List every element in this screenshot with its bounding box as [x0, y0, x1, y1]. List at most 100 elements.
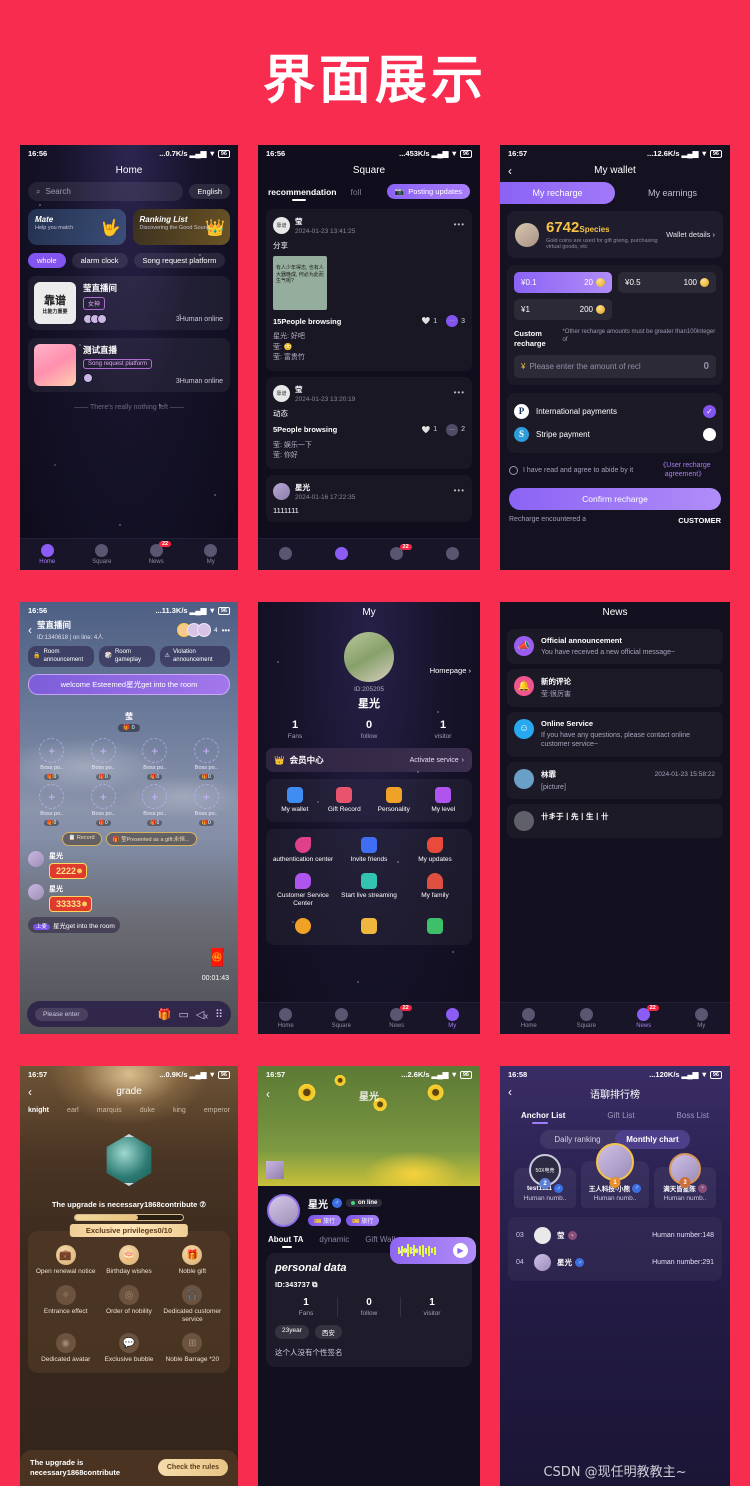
payment-method-row[interactable]: S Stripe payment	[514, 423, 716, 446]
tab-follow[interactable]: foll	[351, 187, 362, 197]
tag-song-request[interactable]: Song request platform	[133, 253, 226, 268]
menu-start-live-streaming[interactable]: Start live streaming	[336, 873, 402, 908]
tab-gift-list[interactable]: Gift List	[607, 1111, 634, 1120]
seat-slot[interactable]: + Boss po.. 🎁0	[78, 738, 130, 780]
recharge-option[interactable]: ¥1 200	[514, 299, 612, 320]
confirm-recharge-button[interactable]: Confirm recharge	[509, 488, 721, 511]
tab-about-ta[interactable]: About TA	[268, 1235, 303, 1248]
payment-radio[interactable]	[703, 427, 716, 441]
room-card[interactable]: 靠谱 比能力重要 莹直播间 女神 3Human online	[28, 276, 230, 330]
homepage-link[interactable]: Homepage ›	[430, 666, 471, 675]
avatar[interactable]: 靠谱	[273, 217, 290, 234]
menu-gift-record[interactable]: Gift Record	[320, 787, 370, 814]
seat-slot[interactable]: + Boss po.. 🎁0	[26, 784, 78, 826]
stat-visitor[interactable]: 1 visitor	[406, 719, 480, 740]
avatar[interactable]	[28, 884, 44, 900]
seat-slot[interactable]: + Boss po.. 🎁0	[26, 738, 78, 780]
post-updates-button[interactable]: 📷 Posting updates	[386, 184, 470, 199]
menu-authentication-center[interactable]: authentication center	[270, 837, 336, 864]
search-input[interactable]: ⌕ Search	[28, 182, 184, 201]
back-icon[interactable]: ‹	[266, 1088, 270, 1100]
message-input[interactable]: Please enter	[35, 1007, 88, 1021]
vip-center-banner[interactable]: 👑 会员中心 Activate service ›	[266, 748, 472, 772]
mute-icon[interactable]: ◁ₓ	[196, 1008, 208, 1021]
tab-home[interactable]: Home	[500, 1008, 558, 1029]
news-row[interactable]: ☺ Online Service If you have any question…	[507, 711, 723, 757]
stat-fans[interactable]: 1 Fans	[258, 719, 332, 740]
seat-slot[interactable]: + Boss po.. 🎁0	[129, 738, 181, 780]
back-icon[interactable]: ‹	[28, 1086, 32, 1098]
thumbnail-preview[interactable]	[266, 1161, 284, 1179]
help-icon[interactable]: ⑦	[199, 1200, 206, 1209]
podium-third[interactable]: 3 满天皆星陈 ♀ Human numb..	[654, 1153, 716, 1208]
tab-square[interactable]	[314, 547, 370, 562]
viewer-avatars[interactable]: 4 •••	[176, 623, 230, 637]
tab-my[interactable]: My	[425, 1008, 481, 1029]
banner-mate[interactable]: Mate Help you match 🤟	[28, 209, 126, 245]
more-options-icon[interactable]: •••	[222, 626, 230, 635]
voice-intro-player[interactable]: Voice ▶	[390, 1237, 476, 1264]
gift-icon[interactable]: 🎁	[158, 1008, 172, 1021]
privilege-item[interactable]: 🎂 Birthday wishes	[97, 1245, 160, 1276]
seat-slot[interactable]: + Boss po.. 🎁0	[129, 784, 181, 826]
tab-news[interactable]: 22	[369, 544, 425, 562]
stat-fans[interactable]: 1 Fans	[275, 1297, 338, 1317]
back-icon[interactable]: ‹	[28, 623, 32, 637]
wallet-details-link[interactable]: Wallet details ›	[666, 230, 715, 239]
menu-invite-friends[interactable]: Invite friends	[336, 837, 402, 864]
post-card[interactable]: 星光 2024-01-16 17:22:35 ••• 1111111	[266, 474, 472, 522]
back-icon[interactable]: ‹	[508, 165, 512, 177]
tab-news[interactable]: 22 News	[129, 541, 184, 565]
chip-violation-announcement[interactable]: ⚠ Violation announcement	[159, 646, 231, 667]
more-options-icon[interactable]: •••	[454, 486, 465, 495]
seat-slot[interactable]: + Boss po.. 🎁0	[181, 738, 233, 780]
post-image[interactable]: 有人少年得志, 也有人大器晚成, 何必为此而生气呢?	[273, 256, 327, 310]
menu-customer-service-center[interactable]: Customer Service Center	[270, 873, 336, 908]
tab-my[interactable]	[425, 547, 481, 562]
agreement-checkbox[interactable]	[509, 465, 518, 475]
menu-personality[interactable]: Personality	[369, 787, 419, 814]
privilege-item[interactable]: ✧ Entrance effect	[34, 1285, 97, 1324]
tab-dynamic[interactable]: dynamic	[319, 1235, 349, 1244]
customer-service-link[interactable]: CUSTOMER	[678, 516, 721, 525]
language-button[interactable]: English	[189, 184, 230, 199]
stat-follow[interactable]: 0 follow	[338, 1297, 401, 1317]
chip-room-announcement[interactable]: 🔒 Room announcement	[28, 646, 95, 667]
avatar[interactable]	[273, 482, 290, 500]
level-tab-knight[interactable]: knight	[28, 1107, 49, 1114]
level-tab-king[interactable]: king	[173, 1107, 186, 1114]
agreement-link[interactable]: 《User recharge agreement》	[649, 461, 721, 481]
privilege-item[interactable]: 🎁 Noble gift	[161, 1245, 224, 1276]
host-seat[interactable]: 莹 🎁 0	[20, 711, 238, 732]
menu-my-level[interactable]: My level	[419, 787, 469, 814]
tab-square[interactable]: Square	[314, 1008, 370, 1029]
tab-my[interactable]: My	[673, 1008, 731, 1029]
recharge-option[interactable]: ¥0.5 100	[618, 272, 716, 293]
menu-extra-2[interactable]	[336, 917, 402, 937]
payment-method-row[interactable]: P International payments ✓	[514, 400, 716, 423]
seat-slot[interactable]: + Boss po.. 🎁0	[78, 784, 130, 826]
room-card[interactable]: 测试直播 Song request platform 3Human online	[28, 338, 230, 392]
tab-square[interactable]: Square	[75, 544, 130, 565]
menu-extra-3[interactable]	[402, 917, 468, 937]
stat-visitor[interactable]: 1 visitor	[401, 1297, 463, 1317]
privilege-item[interactable]: ⊞ Noble Barrage *20	[161, 1333, 224, 1364]
avatar[interactable]	[28, 851, 44, 867]
tab-anchor-list[interactable]: Anchor List	[521, 1111, 565, 1124]
stat-follow[interactable]: 0 follow	[332, 719, 406, 740]
level-tab-duke[interactable]: duke	[140, 1107, 155, 1114]
privilege-item[interactable]: ◉ Dedicated avatar	[34, 1333, 97, 1364]
like-action[interactable]: 🤍 1	[421, 426, 437, 434]
avatar[interactable]	[267, 1194, 300, 1227]
avatar[interactable]	[344, 632, 394, 682]
gift-pill[interactable]: 🎁 莹Presented as a gift:永恒...	[105, 832, 197, 846]
ranking-row[interactable]: 04 星光 ♂ Human number:291	[516, 1249, 714, 1276]
privilege-item[interactable]: 💼 Open renewal notice	[34, 1245, 97, 1276]
tab-my[interactable]: My	[184, 544, 239, 565]
menu-my-wallet[interactable]: My wallet	[270, 787, 320, 814]
more-options-icon[interactable]: •••	[454, 388, 465, 397]
payment-radio-selected[interactable]: ✓	[703, 404, 716, 418]
level-tab-emperor[interactable]: emperor	[204, 1107, 230, 1114]
tab-recommendation[interactable]: recommendation	[268, 187, 337, 201]
grid-menu-icon[interactable]: ⠿	[215, 1008, 223, 1021]
